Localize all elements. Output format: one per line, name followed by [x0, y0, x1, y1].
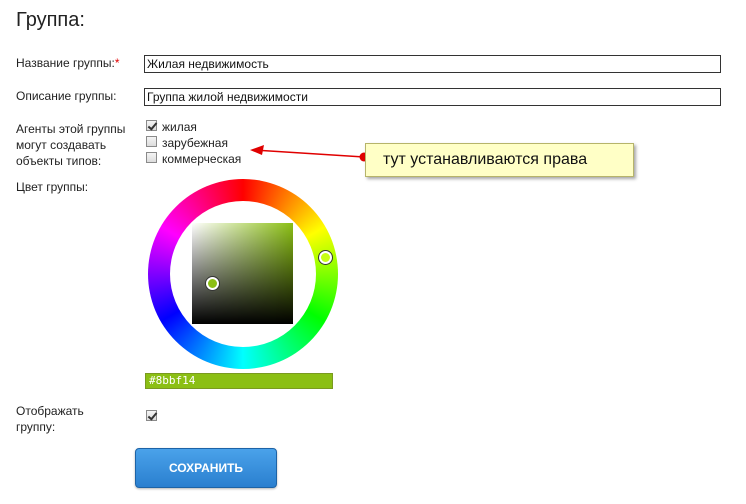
- agents-label-line3: объекты типов:: [16, 154, 102, 168]
- group-description-input[interactable]: Группа жилой недвижимости: [144, 88, 721, 106]
- display-group-checkbox[interactable]: [146, 410, 157, 421]
- required-mark: *: [114, 56, 120, 70]
- object-type-label-commercial: коммерческая: [162, 152, 242, 166]
- object-type-checkbox-foreign[interactable]: [146, 136, 157, 147]
- hue-marker[interactable]: [319, 251, 332, 264]
- group-name-label-text: Название группы:: [16, 56, 115, 70]
- saturation-value-square[interactable]: [192, 223, 293, 324]
- agents-label-line1: Агенты этой группы: [16, 122, 126, 136]
- group-name-label: Название группы:*: [16, 56, 120, 70]
- color-marker[interactable]: [206, 277, 219, 290]
- annotation-callout: тут устанавливаются права: [365, 143, 634, 177]
- object-type-label-foreign: зарубежная: [162, 136, 228, 150]
- agents-label-line2: могут создавать: [16, 138, 107, 152]
- save-button[interactable]: СОХРАНИТЬ: [135, 448, 277, 488]
- display-label-line1: Отображать: [16, 404, 84, 418]
- object-type-checkbox-residential[interactable]: [146, 120, 157, 131]
- display-group-label: Отображать группу:: [16, 403, 84, 435]
- color-hex-input[interactable]: #8bbf14: [145, 373, 333, 389]
- group-description-label: Описание группы:: [16, 89, 117, 103]
- annotation-arrow: [250, 145, 369, 162]
- page-title: Группа:: [16, 9, 85, 31]
- object-type-checkbox-commercial[interactable]: [146, 152, 157, 163]
- group-name-input[interactable]: Жилая недвижимость: [144, 55, 721, 73]
- display-label-line2: группу:: [16, 420, 56, 434]
- group-color-label: Цвет группы:: [16, 180, 89, 194]
- agents-permissions-label: Агенты этой группы могут создавать объек…: [16, 121, 125, 169]
- object-type-label-residential: жилая: [162, 120, 197, 134]
